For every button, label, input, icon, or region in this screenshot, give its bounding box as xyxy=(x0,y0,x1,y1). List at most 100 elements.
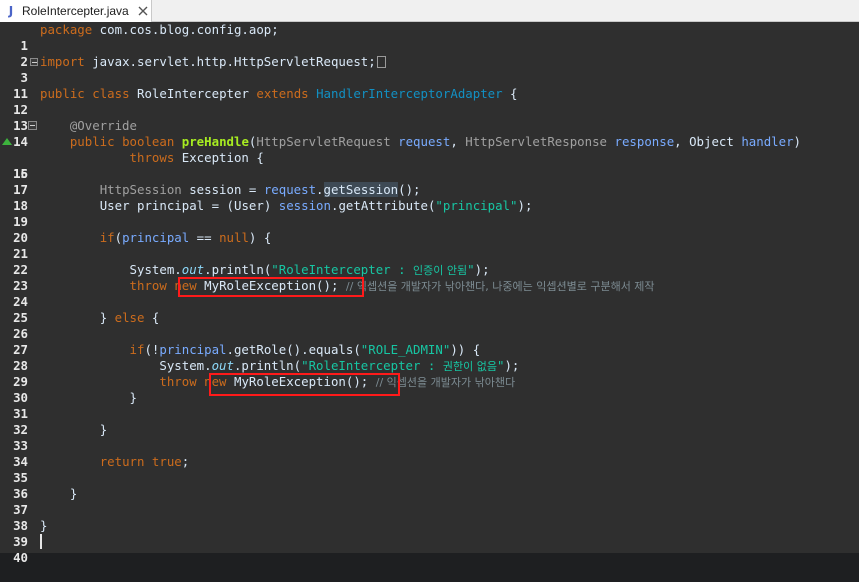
close-icon[interactable] xyxy=(137,5,149,17)
string-literal: "RoleIntercepter : xyxy=(301,358,443,373)
code-line: 22 xyxy=(0,246,859,277)
code-line: 23 System.out.println("RoleIntercepter :… xyxy=(0,262,859,293)
tab-roleintercepter-java[interactable]: J RoleIntercepter.java xyxy=(0,0,152,22)
code-text: Exception { xyxy=(174,150,264,165)
code-line: 21 if(principal == null) { xyxy=(0,230,859,261)
type-name: HttpSession xyxy=(99,182,182,197)
parameter: response xyxy=(614,134,675,149)
class-name: RoleIntercepter xyxy=(137,86,249,101)
keyword: throws xyxy=(129,150,175,165)
keyword: import xyxy=(40,54,85,69)
string-literal: "ROLE_ADMIN" xyxy=(360,342,451,357)
keyword: true xyxy=(151,454,182,469)
static-field: out xyxy=(181,262,205,277)
keyword: null xyxy=(219,230,249,245)
annotation: @Override xyxy=(69,118,137,133)
code-text: { xyxy=(502,86,518,101)
variable-ref: principal xyxy=(159,342,227,357)
comment: // 익셉션을 개발자가 낚아챈다 xyxy=(375,376,516,389)
code-line: 39 } xyxy=(0,518,859,549)
code-line: 18 HttpSession session = request.getSess… xyxy=(0,182,859,213)
code-line: 30 throw new MyRoleException(); // 익셉션을 … xyxy=(0,374,859,405)
static-field: out xyxy=(211,358,234,373)
code-text: ) { xyxy=(248,230,272,245)
code-line: 31 } xyxy=(0,390,859,421)
code-line: 20 xyxy=(0,214,859,245)
code-line: 40 xyxy=(0,534,859,565)
java-file-icon: J xyxy=(8,4,14,18)
code-line: 1 package com.cos.blog.config.aop; xyxy=(0,22,859,53)
variable-ref: principal xyxy=(122,230,190,245)
method-call: .println( xyxy=(204,262,272,277)
code-line: 29 System.out.println("RoleIntercepter :… xyxy=(0,358,859,389)
string-literal: 인증이 안됨 xyxy=(413,264,468,277)
type-name: User xyxy=(99,198,130,213)
code-text: } xyxy=(99,422,108,437)
code-line: 37 } xyxy=(0,486,859,517)
code-line: 2 xyxy=(0,38,859,69)
code-text: } xyxy=(129,390,137,405)
method-call: getAttribute( xyxy=(338,198,436,213)
code-text: System. xyxy=(159,358,212,373)
code-editor[interactable]: 1 package com.cos.blog.config.aop; 2 3 i… xyxy=(0,22,859,565)
code-text: ; xyxy=(181,454,190,469)
code-text: ); xyxy=(504,358,520,373)
code-line: 25 xyxy=(0,294,859,325)
keyword: extends xyxy=(256,86,309,101)
method-call: .getRole().equals( xyxy=(226,342,361,357)
code-line: 34 xyxy=(0,438,859,469)
code-line: 15 public boolean preHandle(HttpServletR… xyxy=(0,134,859,181)
code-text: ); xyxy=(517,198,533,213)
code-line: 26 } else { xyxy=(0,310,859,341)
keyword: throw xyxy=(159,374,197,389)
code-text: == xyxy=(189,230,220,245)
keyword: public xyxy=(40,86,85,101)
code-line: 12 public class RoleIntercepter extends … xyxy=(0,86,859,117)
keyword: throw xyxy=(129,278,167,293)
keyword: class xyxy=(92,86,130,101)
code-text: } xyxy=(69,486,78,501)
code-line: 36 xyxy=(0,470,859,501)
code-text: )) { xyxy=(450,342,481,357)
code-line: 28 if(!principal.getRole().equals("ROLE_… xyxy=(0,342,859,373)
parameter: handler xyxy=(741,134,794,149)
code-text: MyRoleException(); xyxy=(226,374,369,389)
string-literal: " xyxy=(467,262,475,277)
string-literal: 권한이 없음 xyxy=(442,360,497,373)
string-literal: "principal" xyxy=(435,198,518,213)
code-text: } xyxy=(99,310,115,325)
folded-imports-icon[interactable] xyxy=(376,56,386,68)
code-line: 32 xyxy=(0,406,859,437)
fold-expand-icon[interactable] xyxy=(30,58,38,66)
keyword: boolean xyxy=(122,134,175,149)
code-line: 11 xyxy=(0,70,859,101)
comment: // 익셉션을 개발자가 낚아챈다, 나중에는 익셉션별로 구분해서 제작 xyxy=(345,280,655,293)
variable: session xyxy=(189,182,242,197)
code-text: (! xyxy=(144,342,160,357)
override-marker-icon[interactable] xyxy=(2,138,12,145)
code-line: 16 throws Exception { xyxy=(0,150,859,181)
tab-title: RoleIntercepter.java xyxy=(22,4,129,18)
code-text: } xyxy=(40,518,48,533)
variable-ref: session xyxy=(278,198,331,213)
code-text: ); xyxy=(474,262,490,277)
code-line: 27 xyxy=(0,326,859,357)
code-line: 13 xyxy=(0,102,859,133)
line-number: 40 xyxy=(13,550,28,565)
editor-tab-bar: J RoleIntercepter.java xyxy=(0,0,859,22)
fold-collapse-icon[interactable] xyxy=(28,121,37,130)
code-line: 19 User principal = (User) session.getAt… xyxy=(0,198,859,229)
code-line: 17 xyxy=(0,166,859,197)
code-text: = xyxy=(241,182,264,197)
code-text: (); xyxy=(398,182,421,197)
type-name: HttpServletResponse xyxy=(465,134,608,149)
string-literal: "RoleIntercepter : xyxy=(271,262,414,277)
keyword: public xyxy=(69,134,115,149)
code-line: 24 throw new MyRoleException(); // 익셉션을 … xyxy=(0,278,859,309)
code-line: 3 import javax.servlet.http.HttpServletR… xyxy=(0,54,859,85)
method-call: .println( xyxy=(233,358,302,373)
type-name: HandlerInterceptorAdapter xyxy=(316,86,503,101)
keyword: package xyxy=(40,22,93,37)
code-line: 33 } xyxy=(0,422,859,453)
code-text: { xyxy=(144,310,160,325)
